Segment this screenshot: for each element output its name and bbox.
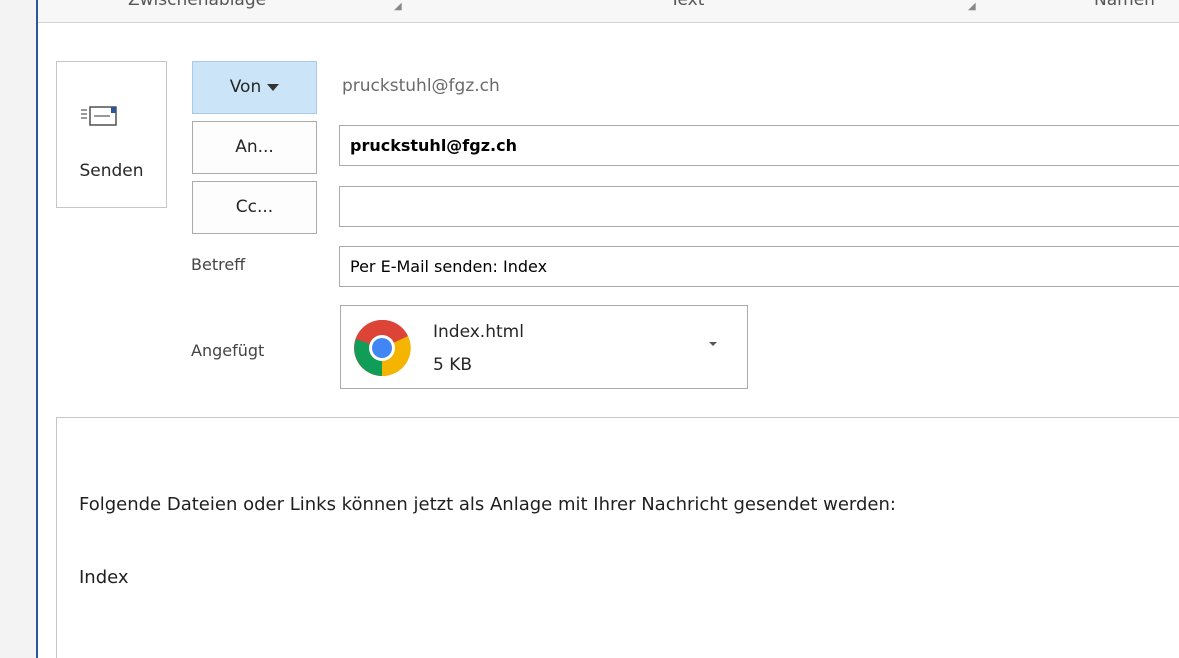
chevron-down-icon — [267, 83, 280, 91]
from-dropdown-button[interactable]: Von — [192, 61, 317, 114]
from-address: pruckstuhl@fgz.ch — [342, 76, 500, 96]
send-mail-icon — [81, 106, 117, 126]
subject-label: Betreff — [191, 255, 246, 274]
ribbon-group-clipboard-label: Zwischenablage — [128, 0, 267, 10]
cc-field[interactable] — [339, 186, 1179, 227]
compose-window: Zwischenablage ◢ Text ◢ Namen Senden Von… — [0, 0, 1179, 658]
attachment-options-chevron-icon[interactable] — [709, 342, 717, 346]
attachment-file-size: 5 KB — [433, 355, 473, 375]
ribbon-group-text-label: Text — [670, 0, 705, 10]
ribbon-group-labels: Zwischenablage ◢ Text ◢ Namen — [38, 0, 1179, 23]
to-field[interactable]: pruckstuhl@fgz.ch — [339, 125, 1179, 166]
attachment-file-name: Index.html — [433, 322, 524, 342]
attached-label: Angefügt — [191, 341, 265, 360]
send-button[interactable]: Senden — [56, 61, 167, 208]
cc-button[interactable]: Cc... — [192, 181, 317, 234]
subject-field[interactable]: Per E-Mail senden: Index — [339, 246, 1179, 287]
ribbon-group-names-label: Namen — [1094, 0, 1155, 10]
chrome-icon — [354, 319, 411, 377]
from-button-label: Von — [229, 77, 262, 97]
attachment-card[interactable]: Index.html 5 KB — [340, 305, 748, 389]
window-accent-border — [36, 0, 38, 658]
message-line: Index — [79, 567, 129, 588]
message-body[interactable]: Folgende Dateien oder Links können jetzt… — [56, 417, 1179, 658]
dialog-launcher-icon[interactable]: ◢ — [394, 1, 402, 12]
send-button-label: Senden — [79, 161, 144, 181]
message-line: Folgende Dateien oder Links können jetzt… — [79, 494, 896, 515]
to-button[interactable]: An... — [192, 121, 317, 174]
left-gutter — [0, 0, 36, 658]
dialog-launcher-icon[interactable]: ◢ — [968, 1, 976, 12]
